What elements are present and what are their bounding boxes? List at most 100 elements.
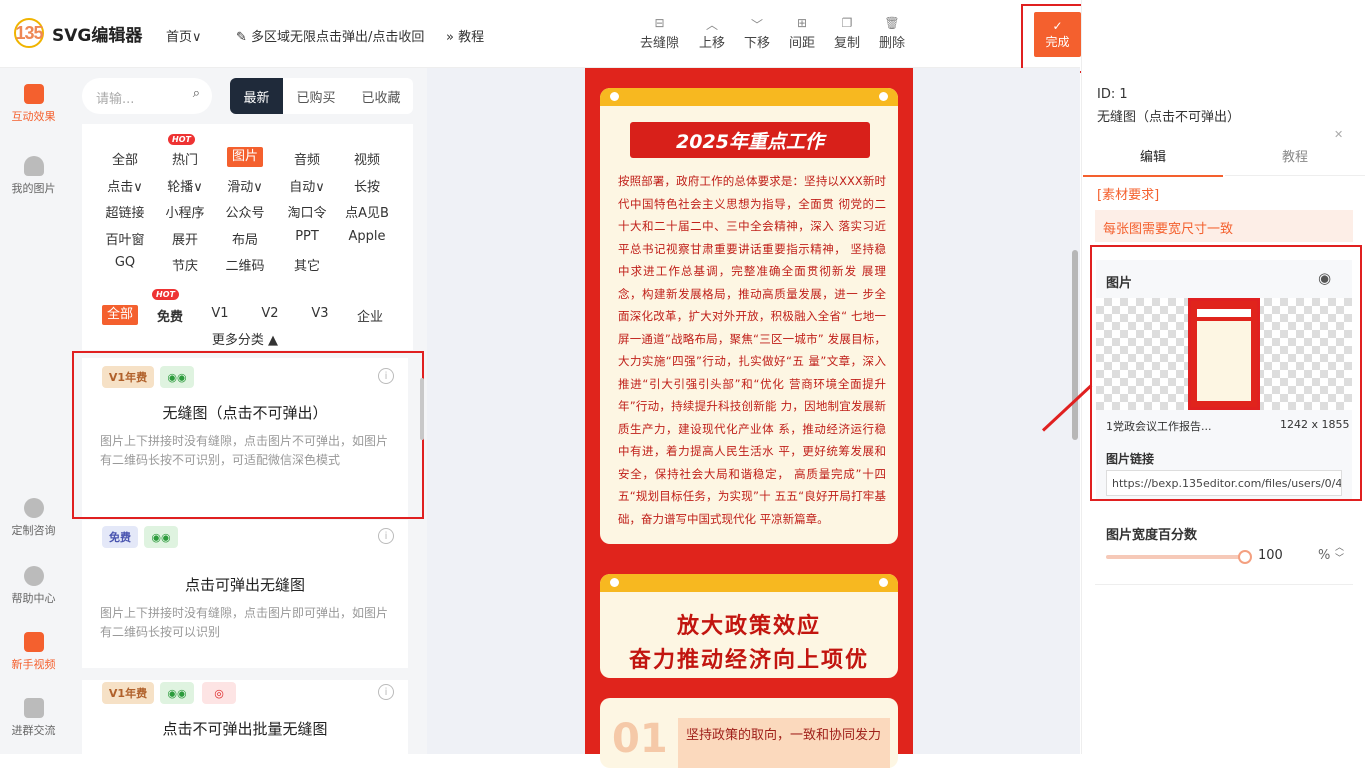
- sheet-header-bar: [600, 88, 898, 106]
- tab-edit[interactable]: 编辑: [1083, 146, 1223, 177]
- width-slider-track[interactable]: [1106, 555, 1246, 559]
- category-item[interactable]: 点A见B: [337, 202, 397, 221]
- copy-icon: ❐: [841, 16, 853, 30]
- nav-groups[interactable]: 进群交流: [0, 698, 67, 738]
- item-number: 01: [612, 716, 668, 762]
- double-chevron-icon: »: [446, 30, 459, 45]
- tutorial-link[interactable]: » 教程: [446, 26, 484, 45]
- version-all[interactable]: 全部: [102, 305, 138, 325]
- card-title: 点击不可弹出批量无缝图: [162, 720, 328, 738]
- tool-label: 间距: [789, 36, 816, 51]
- tab-favorites[interactable]: 已收藏: [349, 78, 413, 114]
- dot-icon: [610, 578, 619, 587]
- category-item[interactable]: PPT: [277, 229, 337, 244]
- category-item[interactable]: 超链接: [95, 202, 155, 221]
- version-enterprise[interactable]: 企业: [340, 306, 400, 325]
- hot-badge: HOT: [168, 134, 195, 145]
- card-title: 点击可弹出无缝图: [184, 576, 305, 594]
- tab-tutorial[interactable]: 教程: [1225, 146, 1365, 176]
- logo[interactable]: 135 SVG编辑器: [14, 18, 142, 48]
- top-toolbar: 135 SVG编辑器 首页∨ ✎ 多区域无限点击弹出/点击收回 » 教程 ⊟ 去缝…: [0, 0, 1080, 68]
- poster-sheet-2: 放大政策效应 奋力推动经济向上项优: [600, 574, 898, 678]
- home-label: 首页: [166, 30, 193, 45]
- tab-purchased[interactable]: 已购买: [283, 78, 349, 114]
- category-item[interactable]: 其它: [277, 255, 337, 274]
- category-item[interactable]: 热门: [155, 149, 215, 168]
- template-card[interactable]: 免费 ◉◉ i 点击可弹出无缝图 图片上下拼接时没有缝隙，点击图片即可弹出，如图…: [82, 520, 408, 668]
- search-input[interactable]: 请输... ⌕: [82, 78, 212, 114]
- vip-badge: V1年费: [102, 682, 154, 704]
- category-item[interactable]: 展开: [155, 229, 215, 248]
- nav-my-images[interactable]: 我的图片: [0, 156, 67, 196]
- canvas-scrollbar[interactable]: [1072, 250, 1078, 440]
- width-percent-label: 图片宽度百分数: [1106, 528, 1198, 543]
- template-card[interactable]: V1年费 ◉◉ ◎ i 点击不可弹出批量无缝图: [82, 680, 408, 754]
- category-item[interactable]: Apple: [337, 229, 397, 244]
- tool-move-down[interactable]: ﹀ 下移: [744, 16, 770, 51]
- category-item[interactable]: 点击∨: [95, 176, 155, 195]
- more-categories[interactable]: 更多分类 ▲: [200, 329, 290, 348]
- category-item[interactable]: 小程序: [155, 202, 215, 221]
- tool-spacing[interactable]: ⊞ 间距: [789, 16, 815, 51]
- pencil-icon: ✎: [236, 30, 252, 45]
- search-icon: ⌕: [192, 86, 200, 101]
- headset-icon: [23, 498, 44, 518]
- tool-move-up[interactable]: ︿ 上移: [699, 16, 725, 51]
- width-slider-knob[interactable]: [1238, 550, 1252, 564]
- category-item[interactable]: 视频: [337, 149, 397, 168]
- home-menu[interactable]: 首页∨: [166, 26, 202, 45]
- nav-label: 互动效果: [11, 110, 56, 123]
- help-icon: [23, 566, 44, 586]
- wechat-icon: ◉◉: [144, 526, 178, 548]
- category-item[interactable]: 布局: [215, 229, 275, 248]
- category-item[interactable]: 轮播∨: [155, 176, 215, 195]
- info-icon[interactable]: i: [378, 528, 394, 544]
- tool-remove-gap[interactable]: ⊟ 去缝隙: [640, 16, 679, 51]
- preview-article[interactable]: 2025年重点工作 按照部署，政府工作的总体要求是：坚持以XXX新时代中国特色社…: [585, 68, 913, 768]
- info-icon[interactable]: i: [378, 684, 394, 700]
- category-item[interactable]: 全部: [95, 149, 155, 168]
- category-item[interactable]: 二维码: [215, 255, 275, 274]
- hot-badge: HOT: [152, 289, 179, 300]
- left-nav: 互动效果 我的图片 定制咨询 帮助中心 新手视频 进群交流: [0, 68, 67, 754]
- tutorial-label: 教程: [458, 30, 485, 45]
- wechat-icon: ◉◉: [160, 682, 194, 704]
- element-name: 无缝图（点击不可弹出）: [1097, 110, 1241, 125]
- category-item[interactable]: 图片: [227, 147, 263, 167]
- dot-icon: [610, 92, 619, 101]
- category-item[interactable]: 滑动∨: [215, 176, 275, 195]
- tool-delete[interactable]: 🗑 删除: [879, 16, 905, 51]
- nav-label: 新手视频: [11, 658, 56, 671]
- tool-label: 复制: [834, 36, 861, 51]
- nav-videos[interactable]: 新手视频: [0, 632, 67, 672]
- category-item[interactable]: 长按: [337, 176, 397, 195]
- nav-consult[interactable]: 定制咨询: [0, 498, 67, 538]
- category-item[interactable]: 节庆: [155, 255, 215, 274]
- category-item[interactable]: 百叶窗: [95, 229, 155, 248]
- nav-label: 进群交流: [11, 724, 56, 737]
- tab-latest[interactable]: 最新: [230, 78, 283, 114]
- dot-icon: [879, 92, 888, 101]
- gap-icon: ⊟: [654, 16, 665, 30]
- stepper-icon[interactable]: ︿ ﹀: [1335, 543, 1344, 565]
- category-item[interactable]: 音频: [277, 149, 337, 168]
- category-item[interactable]: 淘口令: [277, 202, 337, 221]
- poster-headline-1: 放大政策效应: [676, 614, 821, 639]
- nav-interactive-effects[interactable]: 互动效果: [0, 84, 67, 124]
- nav-help[interactable]: 帮助中心: [0, 566, 67, 606]
- category-item[interactable]: 公众号: [215, 202, 275, 221]
- tool-copy[interactable]: ❐ 复制: [834, 16, 860, 51]
- logo-mark: 135: [14, 18, 44, 48]
- free-badge: 免费: [102, 526, 138, 548]
- search-placeholder: 请输...: [96, 92, 135, 107]
- category-item[interactable]: 自动∨: [277, 176, 337, 195]
- width-value[interactable]: 100: [1258, 548, 1283, 563]
- category-item[interactable]: GQ: [95, 255, 155, 270]
- doc-title[interactable]: ✎ 多区域无限点击弹出/点击收回: [236, 26, 426, 45]
- tool-icon[interactable]: ✕: [1334, 128, 1343, 141]
- tool-label: 上移: [699, 36, 726, 51]
- panel-scrollbar[interactable]: [420, 378, 424, 440]
- item-text: 坚持政策的取向，一致和协同发力: [678, 718, 890, 768]
- doc-title-text: 多区域无限点击弹出/点击收回: [251, 30, 425, 45]
- element-id: ID: 1: [1097, 87, 1128, 102]
